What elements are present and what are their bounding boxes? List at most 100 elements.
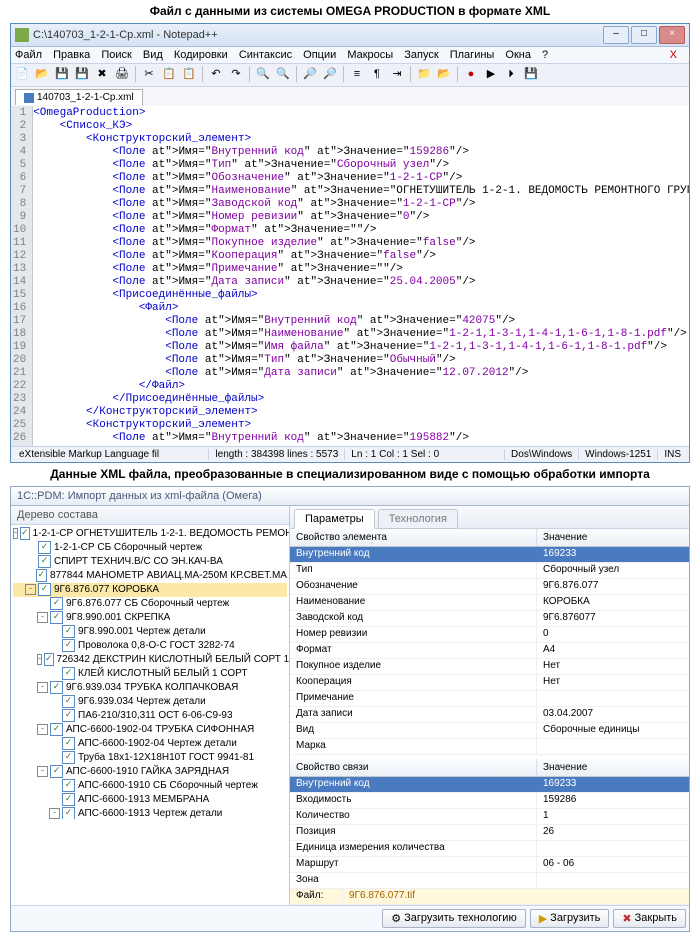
editor[interactable]: 1234567891011121314151617181920212223242… xyxy=(11,106,689,446)
menu-run[interactable]: Запуск xyxy=(404,49,438,61)
tree-item[interactable]: -✓АПС-6600-1913 Чертеж детали xyxy=(13,807,287,819)
tab-tech[interactable]: Технология xyxy=(378,509,458,529)
replace-icon[interactable]: 🔍 xyxy=(274,66,292,84)
paste-icon[interactable]: 📋 xyxy=(180,66,198,84)
file-tab-icon xyxy=(24,93,34,103)
wordwrap-icon[interactable]: ≡ xyxy=(348,66,366,84)
status-eol: Dos\Windows xyxy=(505,449,579,460)
status-ins: INS xyxy=(658,449,687,460)
grid-row[interactable]: Покупное изделиеНет xyxy=(290,659,689,675)
tree-item[interactable]: -✓9Г6.876.077 КОРОБКА xyxy=(13,583,287,597)
grid-row[interactable]: Заводской код9Г6.876077 xyxy=(290,611,689,627)
playmulti-icon[interactable]: ⏵ xyxy=(502,66,520,84)
tree-item[interactable]: ✓КЛЕЙ КИСЛОТНЫЙ БЕЛЫЙ 1 СОРТ xyxy=(13,667,287,681)
menu-syntax[interactable]: Синтаксис xyxy=(239,49,292,61)
menu-windows[interactable]: Окна xyxy=(505,49,531,61)
grid-row[interactable]: ТипСборочный узел xyxy=(290,563,689,579)
unfold-icon[interactable]: 📂 xyxy=(435,66,453,84)
file-label: Файл: xyxy=(290,889,343,904)
grid-row[interactable]: НаименованиеКОРОБКА xyxy=(290,595,689,611)
tree-item[interactable]: -✓АПС-6600-1910 ГАЙКА ЗАРЯДНАЯ xyxy=(13,765,287,779)
menubar-x-icon[interactable]: X xyxy=(670,49,677,61)
grid-row[interactable]: Дата записи03.04.2007 xyxy=(290,707,689,723)
tree-item[interactable]: -✓9Г6.939.034 ТРУБКА КОЛПАЧКОВАЯ xyxy=(13,681,287,695)
play-icon[interactable]: ▶ xyxy=(482,66,500,84)
grid-row[interactable]: Марка xyxy=(290,739,689,755)
close-button[interactable]: × xyxy=(659,26,685,44)
grid-element[interactable]: Свойство элементаЗначениеВнутренний код1… xyxy=(290,529,689,755)
grid-row[interactable]: Единица измерения количества xyxy=(290,841,689,857)
tree-item[interactable]: ✓1-2-1-СР СБ Сборочный чертеж xyxy=(13,541,287,555)
maximize-button[interactable]: □ xyxy=(631,26,657,44)
grid-row[interactable]: КооперацияНет xyxy=(290,675,689,691)
grid-row[interactable]: Примечание xyxy=(290,691,689,707)
allchars-icon[interactable]: ¶ xyxy=(368,66,386,84)
record-icon[interactable]: ● xyxy=(462,66,480,84)
fold-icon[interactable]: 📁 xyxy=(415,66,433,84)
save-icon[interactable]: 💾 xyxy=(53,66,71,84)
tree[interactable]: -✓1-2-1-СР ОГНЕТУШИТЕЛЬ 1-2-1. ВЕДОМОСТЬ… xyxy=(11,525,289,819)
grid-link[interactable]: Свойство связиЗначениеВнутренний код1692… xyxy=(290,759,689,889)
grid-row[interactable]: Маршрут06 - 06 xyxy=(290,857,689,873)
tree-item[interactable]: -✓1-2-1-СР ОГНЕТУШИТЕЛЬ 1-2-1. ВЕДОМОСТЬ… xyxy=(13,527,287,541)
tree-item[interactable]: ✓877844 МАНОМЕТР АВИАЦ.МА-250М КР.СВЕТ.М… xyxy=(13,569,287,583)
find-icon[interactable]: 🔍 xyxy=(254,66,272,84)
menu-options[interactable]: Опции xyxy=(303,49,336,61)
grid-row[interactable]: Внутренний код169233 xyxy=(290,777,689,793)
tree-item[interactable]: ✓АПС-6600-1902-04 Чертеж детали xyxy=(13,737,287,751)
savemacro-icon[interactable]: 💾 xyxy=(522,66,540,84)
menu-encoding[interactable]: Кодировки xyxy=(174,49,228,61)
grid-row[interactable]: Зона xyxy=(290,873,689,889)
close-file-icon[interactable]: ✖ xyxy=(93,66,111,84)
pdm-title: 1С::PDM: Импорт данных из xml-файла (Оме… xyxy=(11,487,689,506)
tree-item[interactable]: ✓ПА6-210/310,311 ОСТ 6-06-С9-93 xyxy=(13,709,287,723)
load-button[interactable]: ▶Загрузить xyxy=(530,909,610,928)
tree-item[interactable]: -✓АПС-6600-1902-04 ТРУБКА СИФОННАЯ xyxy=(13,723,287,737)
grid-row[interactable]: ФорматА4 xyxy=(290,643,689,659)
file-tab[interactable]: 140703_1-2-1-Ср.xml xyxy=(15,89,143,105)
new-icon[interactable]: 📄 xyxy=(13,66,31,84)
redo-icon[interactable]: ↷ xyxy=(227,66,245,84)
tree-item[interactable]: ✓9Г6.876.077 СБ Сборочный чертеж xyxy=(13,597,287,611)
tree-item[interactable]: ✓АПС-6600-1910 СБ Сборочный чертеж xyxy=(13,779,287,793)
menu-macros[interactable]: Макросы xyxy=(347,49,393,61)
menu-file[interactable]: Файл xyxy=(15,49,42,61)
titlebar[interactable]: C:\140703_1-2-1-Ср.xml - Notepad++ – □ × xyxy=(11,24,689,47)
grid-row[interactable]: Входимость159286 xyxy=(290,793,689,809)
grid-row[interactable]: Внутренний код169233 xyxy=(290,547,689,563)
grid-row[interactable]: ВидСборочные единицы xyxy=(290,723,689,739)
menu-plugins[interactable]: Плагины xyxy=(450,49,495,61)
tree-item[interactable]: ✓9Г6.939.034 Чертеж детали xyxy=(13,695,287,709)
print-icon[interactable]: 🖨 xyxy=(113,66,131,84)
gear-icon: ⚙ xyxy=(391,912,401,925)
grid-row[interactable]: Позиция26 xyxy=(290,825,689,841)
cut-icon[interactable]: ✂ xyxy=(140,66,158,84)
close-icon: ✖ xyxy=(622,912,631,925)
zoomout-icon[interactable]: 🔎 xyxy=(321,66,339,84)
zoomin-icon[interactable]: 🔎 xyxy=(301,66,319,84)
tree-item[interactable]: -✓726342 ДЕКСТРИН КИСЛОТНЫЙ БЕЛЫЙ СОРТ 1… xyxy=(13,653,287,667)
grid-row[interactable]: Номер ревизии0 xyxy=(290,627,689,643)
menu-search[interactable]: Поиск xyxy=(101,49,131,61)
menu-view[interactable]: Вид xyxy=(143,49,163,61)
tree-item[interactable]: ✓АПС-6600-1913 МЕМБРАНА xyxy=(13,793,287,807)
tree-item[interactable]: -✓9Г8.990.001 СКРЕПКА xyxy=(13,611,287,625)
menu-edit[interactable]: Правка xyxy=(53,49,90,61)
open-icon[interactable]: 📂 xyxy=(33,66,51,84)
tree-item[interactable]: ✓Труба 18x1-12X18H10T ГОСТ 9941-81 xyxy=(13,751,287,765)
grid-row[interactable]: Обозначение9Г6.876.077 xyxy=(290,579,689,595)
minimize-button[interactable]: – xyxy=(603,26,629,44)
saveall-icon[interactable]: 💾 xyxy=(73,66,91,84)
tree-item[interactable]: ✓СПИРТ ТЕХНИЧ.В/С СО ЭН.КАЧ-ВА xyxy=(13,555,287,569)
tree-item[interactable]: ✓9Г8.990.001 Чертеж детали xyxy=(13,625,287,639)
grid-row[interactable]: Количество1 xyxy=(290,809,689,825)
close-button-2[interactable]: ✖Закрыть xyxy=(613,909,686,928)
undo-icon[interactable]: ↶ xyxy=(207,66,225,84)
tree-item[interactable]: ✓Проволока 0,8-О-С ГОСТ 3282-74 xyxy=(13,639,287,653)
tab-params[interactable]: Параметры xyxy=(294,509,375,529)
copy-icon[interactable]: 📋 xyxy=(160,66,178,84)
menu-help[interactable]: ? xyxy=(542,49,548,61)
tree-header: Дерево состава xyxy=(11,506,289,525)
load-tech-button[interactable]: ⚙Загрузить технологию xyxy=(382,909,525,928)
indent-icon[interactable]: ⇥ xyxy=(388,66,406,84)
